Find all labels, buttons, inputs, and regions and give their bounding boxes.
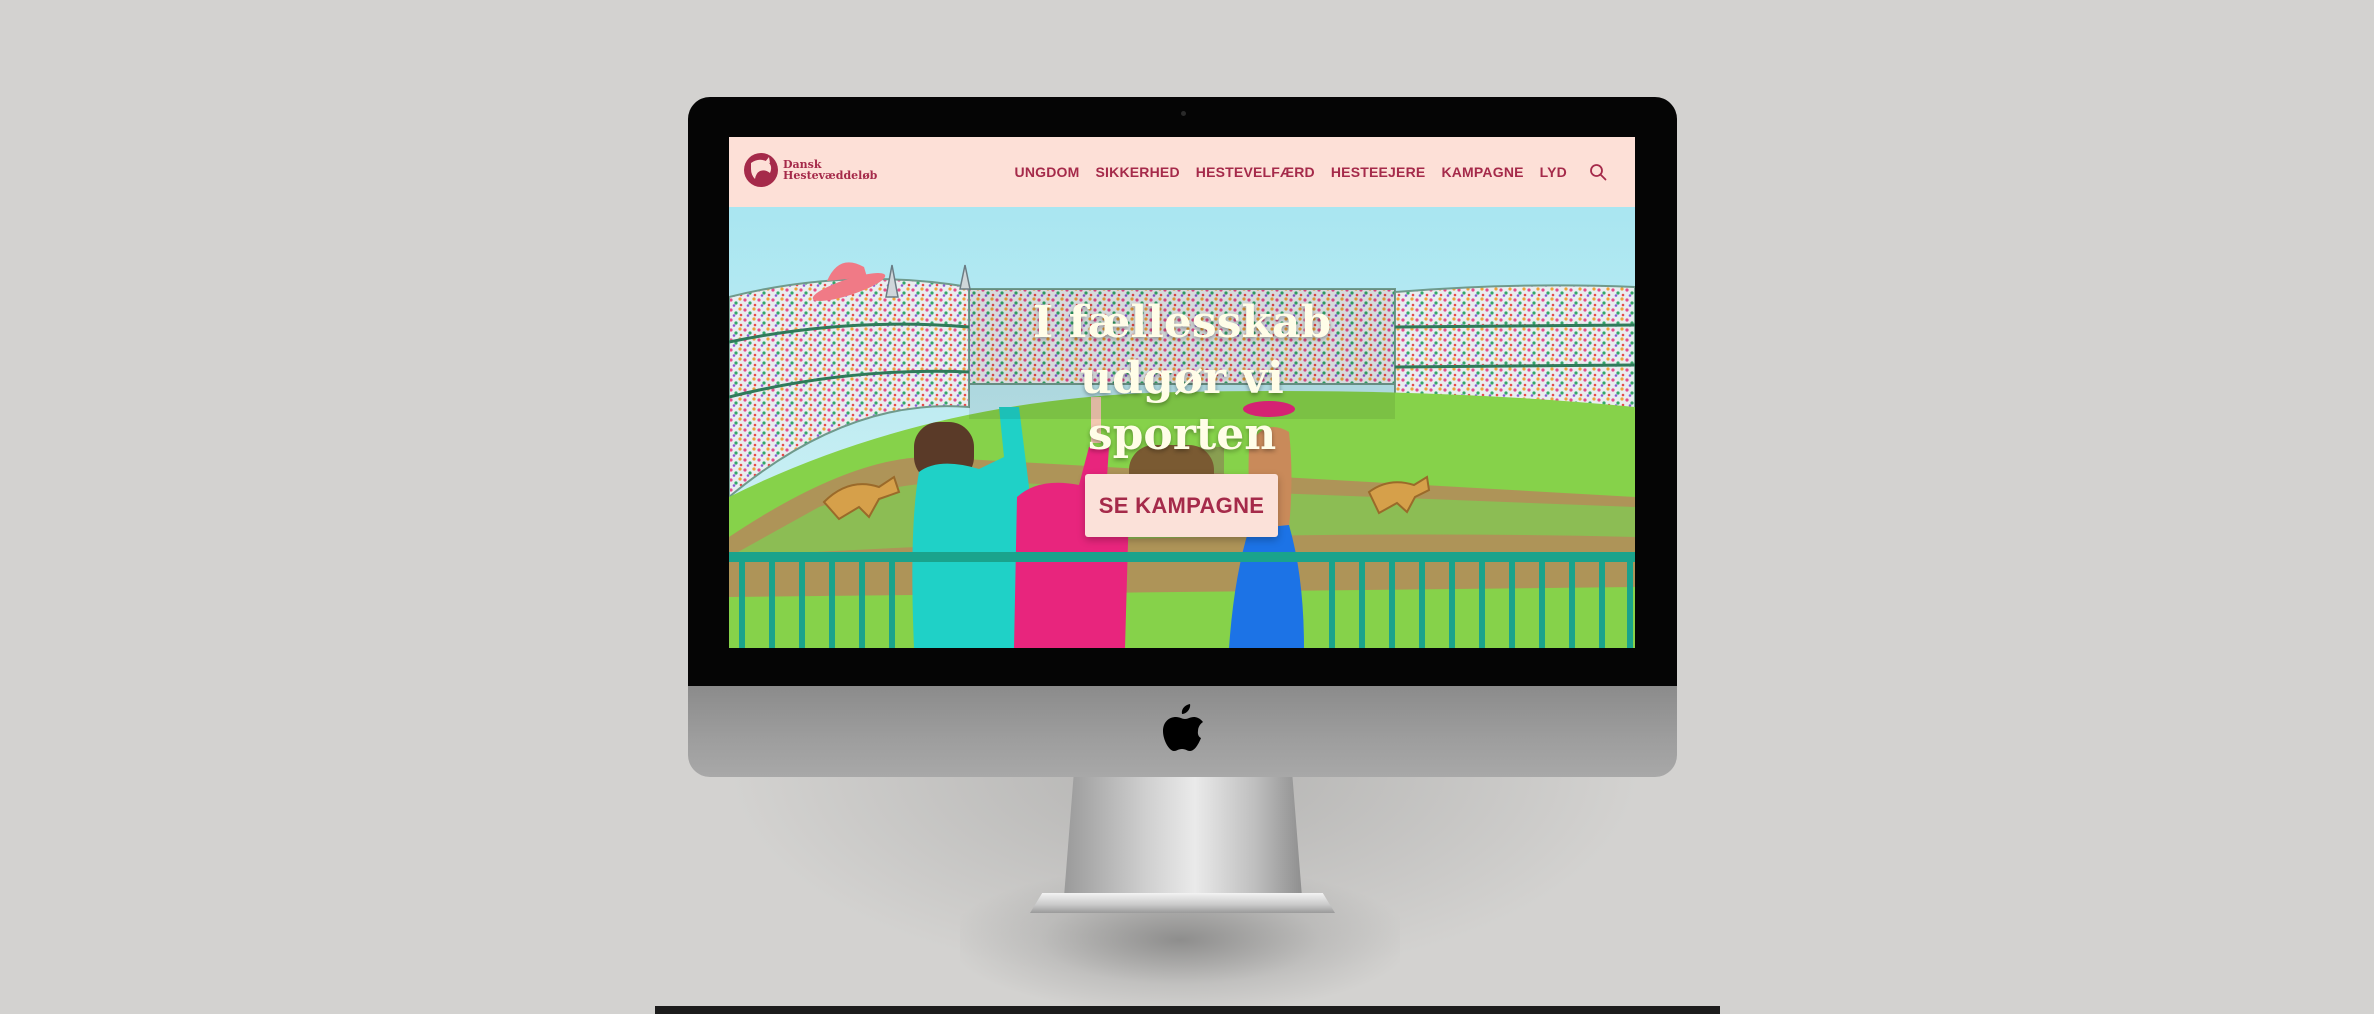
- search-icon[interactable]: [1589, 163, 1607, 181]
- logo-line-2: Hestevæddeløb: [783, 169, 878, 182]
- nav-item-lyd[interactable]: LYD: [1540, 164, 1567, 180]
- apple-logo-icon: [1163, 704, 1203, 751]
- hero-title: I fællesskab udgør vi sporten: [979, 295, 1385, 463]
- website-screen: Dansk Hestevæddeløb UNGDOM SIKKERHED HES…: [729, 137, 1635, 648]
- logo-text: Dansk Hestevæddeløb: [783, 159, 877, 181]
- nav-item-hesteejere[interactable]: HESTEEJERE: [1331, 164, 1426, 180]
- main-nav: UNGDOM SIKKERHED HESTEVELFÆRD HESTEEJERE…: [999, 137, 1607, 207]
- nav-item-sikkerhed[interactable]: SIKKERHED: [1096, 164, 1180, 180]
- hero-title-line-2: udgør vi sporten: [1080, 353, 1284, 460]
- hero-section: I fællesskab udgør vi sporten SE KAMPAGN…: [729, 207, 1635, 648]
- nav-item-ungdom[interactable]: UNGDOM: [1015, 164, 1080, 180]
- site-logo[interactable]: Dansk Hestevæddeløb: [743, 151, 877, 189]
- horse-head-logo-icon: [744, 153, 778, 187]
- monitor-stand-base: [1030, 893, 1335, 913]
- see-campaign-button[interactable]: SE KAMPAGNE: [1085, 474, 1278, 537]
- desk-edge: [655, 1006, 1720, 1014]
- camera-dot: [1181, 111, 1186, 116]
- hero-title-line-1: I fællesskab: [1032, 297, 1332, 348]
- nav-item-hestevelfaerd[interactable]: HESTEVELFÆRD: [1196, 164, 1315, 180]
- nav-item-kampagne[interactable]: KAMPAGNE: [1441, 164, 1523, 180]
- monitor-stand: [1064, 777, 1302, 897]
- site-header: Dansk Hestevæddeløb UNGDOM SIKKERHED HES…: [729, 137, 1635, 207]
